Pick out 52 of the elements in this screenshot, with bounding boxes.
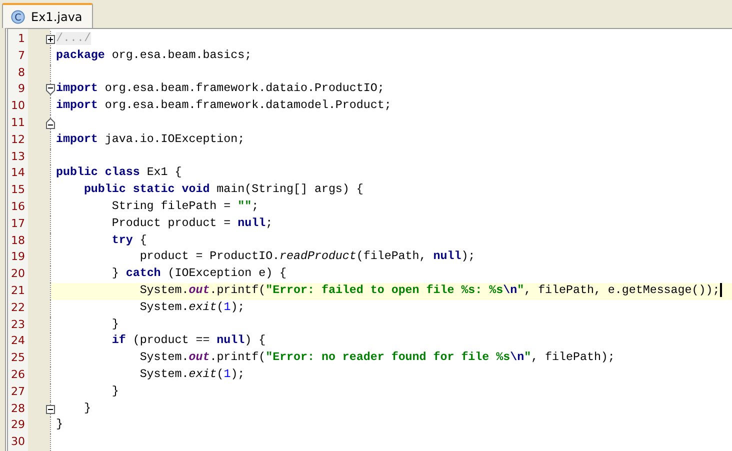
line-number: 20 [10, 266, 26, 282]
line-number: 13 [10, 148, 26, 165]
line-number: 15 [10, 182, 26, 198]
line-number: 25 [10, 350, 26, 366]
editor-tab[interactable]: C Ex1.java [2, 3, 93, 28]
code-line: System.out.printf("Error: failed to open file %s: %s\n", filePath, e.getMessage()); [138, 284, 720, 298]
collapse-icon[interactable] [46, 404, 55, 414]
line-number: 7 [17, 48, 26, 64]
code-line: if (product == null) { [110, 334, 266, 348]
code-line: } [110, 384, 119, 398]
line-number: 26 [10, 366, 26, 383]
line-number: 17 [10, 216, 26, 232]
expand-icon[interactable] [46, 35, 55, 44]
code-line: } catch (IOException e) { [110, 267, 287, 280]
code-line: System.out.printf("Error: no reader found for file %s\n", filePath); [138, 351, 615, 364]
code-line: System.exit(1); [138, 300, 245, 314]
line-number: 23 [10, 316, 26, 333]
line-number: 30 [10, 434, 26, 450]
line-number: 28 [10, 400, 26, 417]
collapse-icon[interactable] [46, 84, 55, 96]
line-number: 21 [10, 282, 26, 299]
code-line: import java.io.IOException; [56, 132, 245, 146]
line-number: 29 [10, 417, 26, 434]
code-line: } [82, 402, 91, 415]
line-number: 27 [10, 384, 26, 400]
code-line: String filePath = ""; [110, 200, 259, 213]
line-number: 18 [10, 232, 26, 249]
line-number: 14 [10, 165, 26, 182]
code-line: package org.esa.beam.basics; [56, 48, 252, 62]
code-line: product = ProductIO.readProduct(filePath, null); [138, 250, 476, 264]
class-icon: C [11, 10, 25, 24]
line-number: 10 [10, 98, 26, 114]
code-line: Product product = null; [110, 216, 273, 230]
code-line: } [110, 318, 119, 331]
line-number: 22 [10, 300, 26, 316]
line-number: 8 [17, 64, 26, 81]
line-number: 19 [10, 249, 26, 266]
collapse-icon[interactable] [46, 118, 55, 129]
line-number: 16 [10, 198, 26, 215]
code-line: } [56, 418, 63, 432]
code-line: System.exit(1); [138, 368, 245, 381]
code-line: public static void main(String[] args) { [82, 183, 364, 196]
text-caret [720, 282, 722, 297]
line-number: 12 [10, 132, 26, 148]
line-number: 1 [17, 31, 26, 47]
code-line: import org.esa.beam.framework.dataio.ProductIO; [56, 82, 384, 96]
code-line: import org.esa.beam.framework.datamodel.Product; [56, 99, 392, 112]
line-number: 24 [10, 333, 26, 350]
line-number: 9 [17, 81, 26, 98]
code-line: public class Ex1 { [56, 166, 182, 180]
line-number: 11 [10, 114, 26, 131]
code-line: try { [110, 234, 147, 247]
